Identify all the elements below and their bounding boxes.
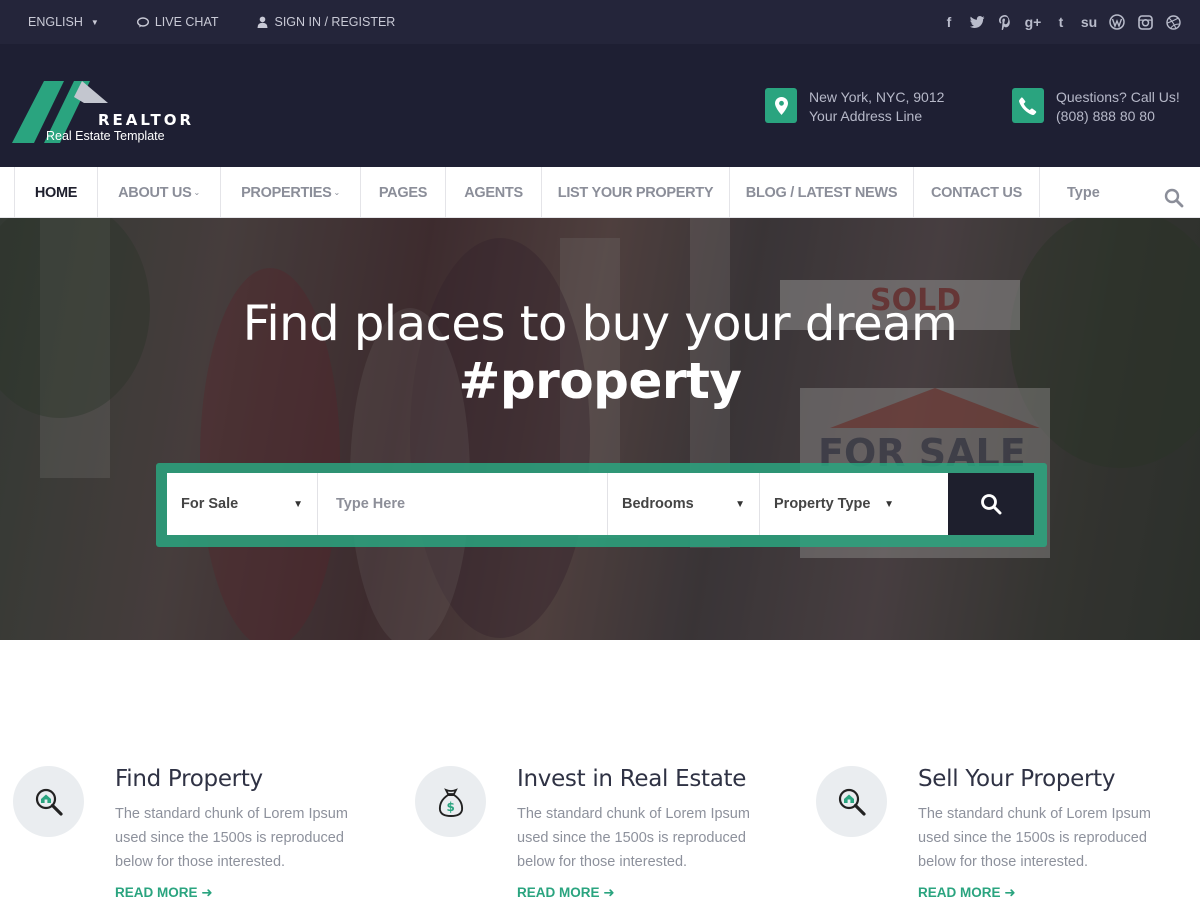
twitter-icon[interactable] bbox=[968, 13, 986, 31]
google-plus-icon[interactable]: g+ bbox=[1024, 13, 1042, 31]
read-more-link[interactable]: READ MORE ➜ bbox=[115, 885, 213, 900]
keyword-input[interactable] bbox=[318, 473, 608, 535]
language-label: ENGLISH bbox=[28, 15, 83, 29]
feature-description: The standard chunk of Lorem Ipsum used s… bbox=[115, 806, 348, 870]
nav-label: BLOG / LATEST NEWS bbox=[745, 184, 898, 201]
user-icon bbox=[256, 16, 268, 28]
language-selector[interactable]: ENGLISH ▼ bbox=[28, 15, 99, 29]
property-search-bar: For Sale ▼ Bedrooms ▼ Property Type ▼ bbox=[167, 473, 1034, 535]
feature-find-property: Find Property The standard chunk of Lore… bbox=[13, 766, 393, 900]
property-type-select-value: Property Type bbox=[774, 496, 871, 512]
hero-title: Find places to buy your dream bbox=[242, 296, 958, 352]
address-line-1: New York, NYC, 9012 bbox=[809, 89, 945, 105]
read-more-link[interactable]: READ MORE ➜ bbox=[517, 885, 615, 900]
nav-item-contact-us[interactable]: CONTACT US bbox=[913, 167, 1039, 218]
nav-item-home[interactable]: HOME bbox=[14, 167, 97, 218]
property-search-panel: For Sale ▼ Bedrooms ▼ Property Type ▼ bbox=[156, 463, 1047, 547]
nav-label: PROPERTIES bbox=[241, 184, 332, 201]
home-search-icon bbox=[816, 766, 887, 837]
property-type-select[interactable]: Property Type ▼ bbox=[760, 473, 948, 535]
money-bag-icon: $ bbox=[415, 766, 486, 837]
phone-block: Questions? Call Us! (808) 888 80 80 bbox=[1012, 88, 1180, 126]
address-line-2: Your Address Line bbox=[809, 108, 923, 124]
logo-name: REALTOR bbox=[98, 111, 195, 129]
wordpress-icon[interactable] bbox=[1108, 13, 1126, 31]
bedrooms-select-value: Bedrooms bbox=[622, 496, 694, 512]
feature-description: The standard chunk of Lorem Ipsum used s… bbox=[517, 806, 750, 870]
dribbble-icon[interactable] bbox=[1164, 13, 1182, 31]
bedrooms-select[interactable]: Bedrooms ▼ bbox=[608, 473, 760, 535]
social-links: f g+ t su bbox=[940, 0, 1182, 44]
read-more-label: READ MORE bbox=[918, 885, 1001, 900]
nav-item-list-your-property[interactable]: LIST YOUR PROPERTY bbox=[541, 167, 729, 218]
nav-item-pages[interactable]: PAGES bbox=[360, 167, 445, 218]
hero-subtitle: #property bbox=[458, 352, 742, 410]
nav-item-agents[interactable]: AGENTS bbox=[445, 167, 541, 218]
hero-overlay bbox=[0, 218, 1200, 640]
live-chat-link[interactable]: LIVE CHAT bbox=[136, 15, 219, 29]
caret-down-icon: ▼ bbox=[293, 498, 303, 510]
feature-description: The standard chunk of Lorem Ipsum used s… bbox=[918, 806, 1151, 870]
chevron-down-icon: ⌄ bbox=[333, 188, 341, 197]
nav-label: CONTACT US bbox=[931, 184, 1022, 201]
feature-title: Sell Your Property bbox=[918, 766, 1116, 792]
chat-icon bbox=[136, 16, 149, 28]
home-search-icon bbox=[13, 766, 84, 837]
sign-in-label: SIGN IN / REGISTER bbox=[274, 15, 396, 29]
feature-invest: $ Invest in Real Estate The standard chu… bbox=[415, 766, 795, 900]
chevron-down-icon: ⌄ bbox=[193, 188, 200, 197]
stumbleupon-icon[interactable]: su bbox=[1080, 13, 1098, 31]
nav-item-properties[interactable]: PROPERTIES ⌄ bbox=[220, 167, 360, 218]
caret-down-icon: ▼ bbox=[884, 498, 894, 510]
nav-search bbox=[1039, 167, 1200, 218]
pinterest-icon[interactable] bbox=[996, 13, 1014, 31]
phone-icon bbox=[1012, 88, 1044, 123]
read-more-link[interactable]: READ MORE ➜ bbox=[918, 885, 1016, 900]
caret-down-icon: ▼ bbox=[735, 498, 745, 510]
feature-title: Find Property bbox=[115, 766, 263, 792]
nav-label: LIST YOUR PROPERTY bbox=[557, 184, 714, 201]
feature-title: Invest in Real Estate bbox=[517, 766, 747, 792]
feature-sell-property: Sell Your Property The standard chunk of… bbox=[816, 766, 1196, 900]
nav-label: HOME bbox=[34, 184, 78, 201]
chevron-down-icon: ▼ bbox=[90, 17, 99, 27]
search-button[interactable] bbox=[948, 473, 1034, 535]
status-select-value: For Sale bbox=[181, 496, 239, 512]
search-icon[interactable] bbox=[1164, 188, 1184, 208]
address-block: New York, NYC, 9012 Your Address Line bbox=[765, 88, 944, 126]
nav-label: ABOUT US bbox=[118, 184, 192, 201]
phone-number[interactable]: (808) 888 80 80 bbox=[1056, 107, 1180, 126]
arrow-right-icon: ➜ bbox=[603, 885, 615, 900]
phone-caption: Questions? Call Us! bbox=[1056, 89, 1180, 105]
read-more-label: READ MORE bbox=[115, 885, 198, 900]
logo[interactable]: REALTOR Real Estate Template bbox=[12, 81, 202, 143]
search-icon bbox=[981, 494, 1002, 515]
nav-search-input[interactable] bbox=[1040, 167, 1160, 218]
hero-banner: SOLD FOR SALE Find places to buy your dr… bbox=[0, 218, 1200, 640]
nav-item-blog[interactable]: BLOG / LATEST NEWS bbox=[729, 167, 913, 218]
nav-label: PAGES bbox=[378, 184, 428, 201]
site-header: REALTOR Real Estate Template New York, N… bbox=[0, 44, 1200, 167]
main-nav: HOME ABOUT US ⌄ PROPERTIES ⌄ PAGES AGENTS … bbox=[0, 167, 1200, 218]
sign-in-link[interactable]: SIGN IN / REGISTER bbox=[256, 15, 395, 29]
facebook-icon[interactable]: f bbox=[940, 13, 958, 31]
nav-label: AGENTS bbox=[464, 184, 523, 201]
read-more-label: READ MORE bbox=[517, 885, 600, 900]
nav-item-about-us[interactable]: ABOUT US ⌄ bbox=[97, 167, 220, 218]
logo-tagline: Real Estate Template bbox=[46, 129, 165, 143]
instagram-icon[interactable] bbox=[1136, 13, 1154, 31]
top-bar: ENGLISH ▼ LIVE CHAT SIGN IN / REGISTER f… bbox=[0, 0, 1200, 44]
live-chat-label: LIVE CHAT bbox=[154, 15, 219, 29]
arrow-right-icon: ➜ bbox=[1004, 885, 1016, 900]
status-select[interactable]: For Sale ▼ bbox=[167, 473, 318, 535]
svg-text:$: $ bbox=[446, 800, 454, 814]
tumblr-icon[interactable]: t bbox=[1052, 13, 1070, 31]
map-pin-icon bbox=[765, 88, 797, 123]
arrow-right-icon: ➜ bbox=[201, 885, 213, 900]
